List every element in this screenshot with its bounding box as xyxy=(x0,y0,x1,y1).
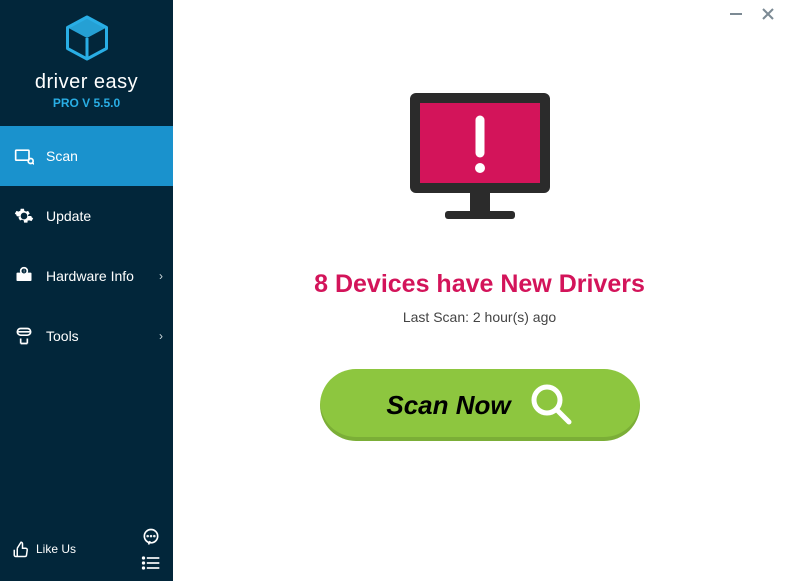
like-us-label[interactable]: Like Us xyxy=(36,542,76,556)
magnifier-icon xyxy=(529,382,573,429)
window-controls xyxy=(728,6,776,25)
version-label: PRO V 5.5.0 xyxy=(0,96,173,110)
scan-icon xyxy=(14,146,34,166)
sidebar-item-label: Update xyxy=(46,208,91,224)
scan-now-label: Scan Now xyxy=(386,390,510,421)
sidebar-item-tools[interactable]: Tools › xyxy=(0,306,173,366)
scan-now-button[interactable]: Scan Now xyxy=(320,369,640,441)
minimize-button[interactable] xyxy=(728,6,744,25)
tools-icon xyxy=(14,326,34,346)
headline: 8 Devices have New Drivers xyxy=(314,270,645,299)
sidebar-item-label: Hardware Info xyxy=(46,268,134,284)
last-scan-label: Last Scan: 2 hour(s) ago xyxy=(403,309,556,325)
chevron-right-icon: › xyxy=(159,269,163,283)
sidebar-item-update[interactable]: Update xyxy=(0,186,173,246)
sidebar-footer: Like Us xyxy=(0,517,173,581)
logo-block: driver easy PRO V 5.5.0 xyxy=(0,0,173,116)
footer-icons xyxy=(141,527,161,571)
hardware-icon: i xyxy=(14,266,34,286)
sidebar-item-hardware[interactable]: i Hardware Info › xyxy=(0,246,173,306)
close-button[interactable] xyxy=(760,6,776,25)
sidebar: driver easy PRO V 5.5.0 Scan Update i Ha… xyxy=(0,0,173,581)
sidebar-item-label: Tools xyxy=(46,328,79,344)
content: 8 Devices have New Drivers Last Scan: 2 … xyxy=(173,0,786,441)
chat-icon[interactable] xyxy=(141,527,161,547)
menu-icon[interactable] xyxy=(141,555,161,571)
sidebar-item-scan[interactable]: Scan xyxy=(0,126,173,186)
chevron-right-icon: › xyxy=(159,329,163,343)
alert-monitor-icon xyxy=(400,88,560,238)
svg-text:i: i xyxy=(23,269,24,275)
app-logo-icon xyxy=(63,14,111,62)
main-panel: 8 Devices have New Drivers Last Scan: 2 … xyxy=(173,0,786,581)
brand-name: driver easy xyxy=(0,71,173,94)
thumbs-up-icon[interactable] xyxy=(12,540,30,558)
gear-icon xyxy=(14,206,34,226)
nav: Scan Update i Hardware Info › Tools › xyxy=(0,126,173,366)
sidebar-item-label: Scan xyxy=(46,148,78,164)
